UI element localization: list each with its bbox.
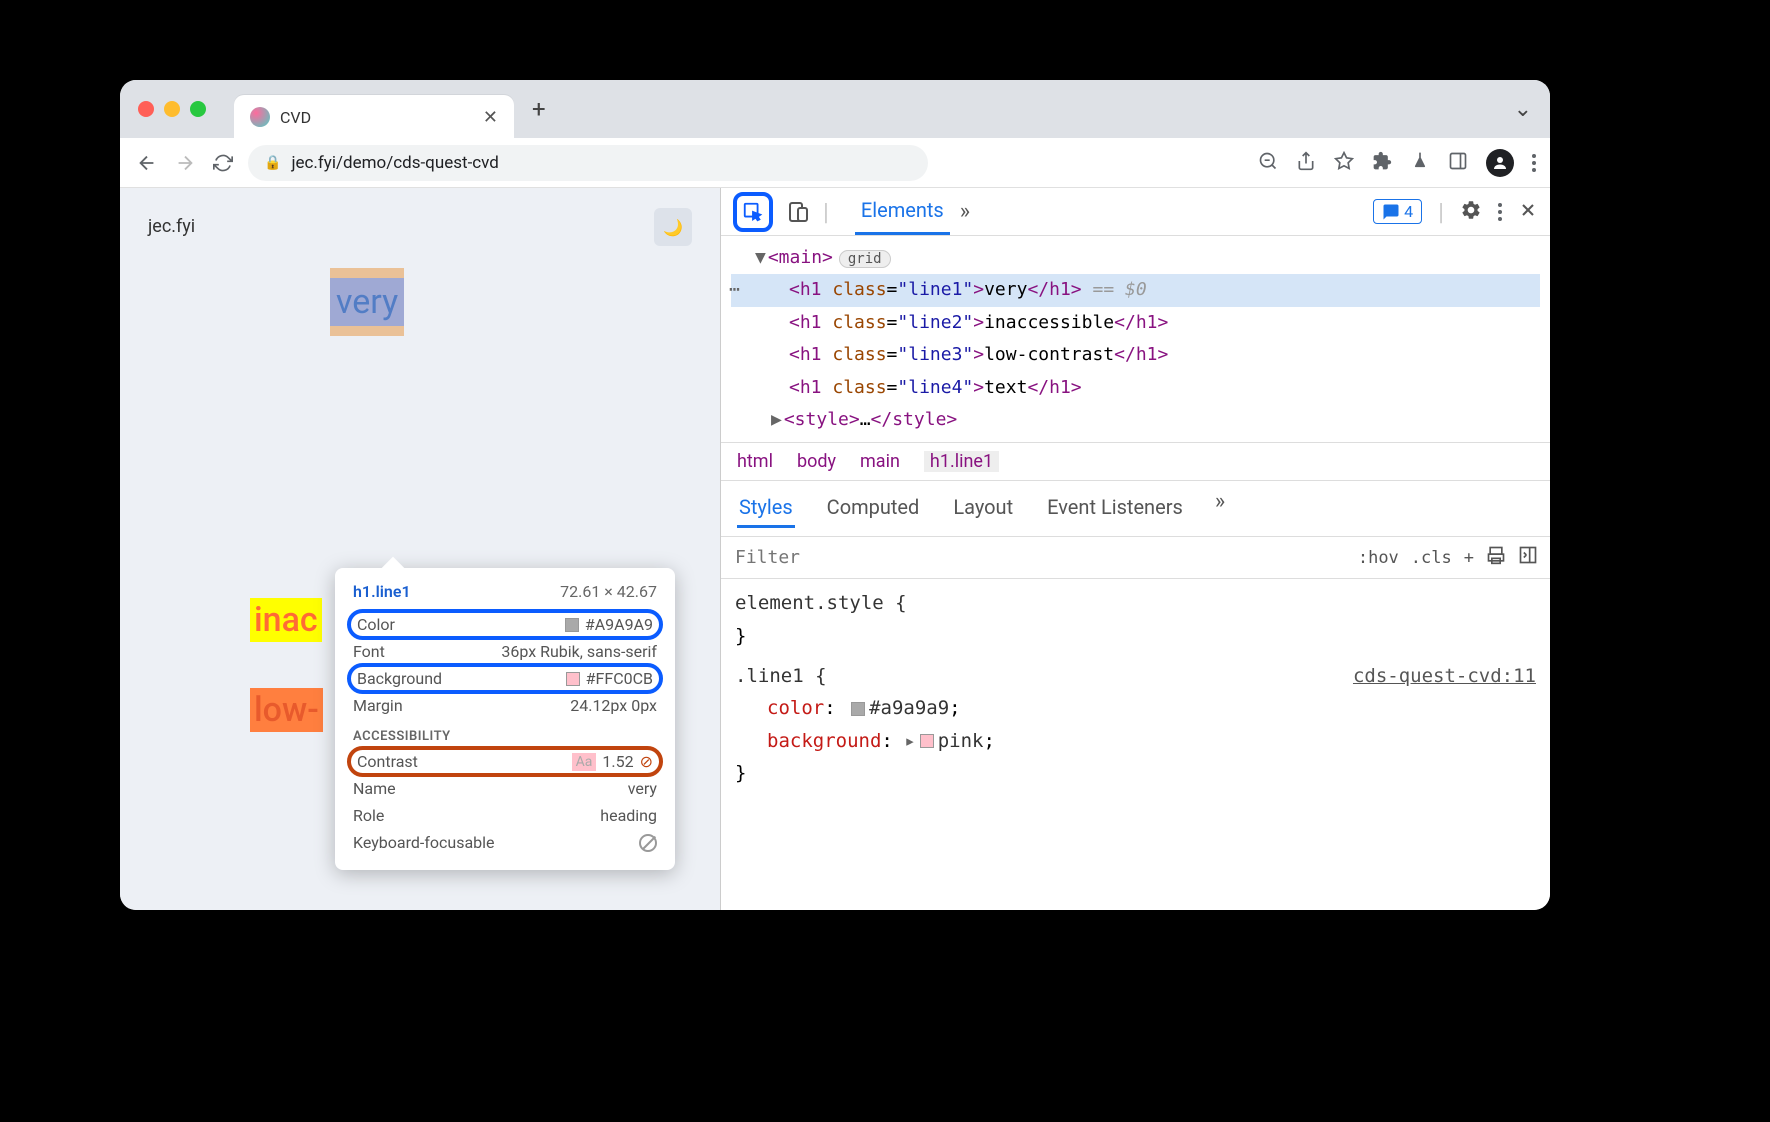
tab-elements[interactable]: Elements [855, 188, 950, 235]
cls-button[interactable]: .cls [1411, 548, 1452, 568]
more-styles-tabs[interactable]: » [1215, 489, 1225, 528]
dom-style[interactable]: ▶<style>…</style> [731, 404, 1540, 436]
browser-tab[interactable]: CVD ✕ [234, 95, 514, 139]
settings-button[interactable] [1460, 199, 1482, 225]
css-rules[interactable]: element.style { } .line1 {cds-quest-cvd:… [721, 579, 1550, 797]
filter-bar: :hov .cls + [721, 537, 1550, 579]
browser-menu-button[interactable] [1532, 154, 1536, 172]
dom-main[interactable]: ▼<main>grid [731, 242, 1540, 274]
tab-title: CVD [280, 108, 473, 127]
lock-icon: 🔒 [264, 155, 281, 171]
color-swatch-icon [565, 618, 579, 632]
titlebar: CVD ✕ + ⌄ [120, 80, 1550, 138]
address-bar[interactable]: 🔒 jec.fyi/demo/cds-quest-cvd [248, 145, 928, 181]
dom-h1-line4[interactable]: <h1 class="line4">text</h1> [731, 372, 1540, 404]
new-tab-button[interactable]: + [532, 95, 546, 123]
bookmark-icon[interactable] [1334, 151, 1354, 175]
tooltip-kbd-row: Keyboard-focusable [353, 829, 657, 856]
element-tooltip: h1.line1 72.61 × 42.67 Color #A9A9A9 Fon… [335, 568, 675, 870]
labs-icon[interactable] [1410, 151, 1430, 175]
dark-mode-toggle[interactable]: 🌙 [654, 208, 692, 246]
browser-toolbar: 🔒 jec.fyi/demo/cds-quest-cvd [120, 138, 1550, 188]
tab-computed[interactable]: Computed [825, 489, 922, 528]
site-name: jec.fyi [148, 216, 195, 237]
devtools-menu-button[interactable] [1498, 203, 1502, 221]
styles-tabs: Styles Computed Layout Event Listeners » [721, 481, 1550, 537]
dom-h1-line1[interactable]: <h1 class="line1">very</h1> == $0 [731, 274, 1540, 306]
back-button[interactable] [134, 150, 160, 176]
close-tab-button[interactable]: ✕ [483, 107, 498, 128]
demo-line3: low- [250, 688, 323, 732]
css-prop-background[interactable]: background: ▸pink; [735, 725, 1536, 757]
breadcrumb: html body main h1.line1 [721, 442, 1550, 481]
dom-tree[interactable]: ▼<main>grid <h1 class="line1">very</h1> … [721, 236, 1550, 442]
window-controls [138, 101, 206, 117]
devtools-close-button[interactable] [1518, 200, 1538, 224]
share-icon[interactable] [1296, 151, 1316, 175]
chat-icon [1382, 203, 1400, 221]
inspect-button[interactable] [733, 192, 773, 232]
tab-styles[interactable]: Styles [737, 489, 795, 528]
tab-layout[interactable]: Layout [951, 489, 1015, 528]
zoom-icon[interactable] [1258, 151, 1278, 175]
color-swatch-icon[interactable] [851, 702, 865, 716]
panel-icon[interactable] [1448, 151, 1468, 175]
warning-icon: ⊘ [640, 752, 653, 771]
demo-line1-highlight: very [330, 268, 404, 336]
hov-button[interactable]: :hov [1358, 548, 1399, 568]
crumb-body[interactable]: body [797, 451, 836, 472]
no-icon [639, 834, 657, 852]
tooltip-a11y-header: ACCESSIBILITY [353, 729, 657, 744]
url-text: jec.fyi/demo/cds-quest-cvd [291, 153, 498, 173]
new-rule-button[interactable]: + [1464, 548, 1474, 568]
more-tabs-button[interactable]: » [960, 199, 970, 224]
tooltip-role-row: Role heading [353, 802, 657, 829]
css-prop-color[interactable]: color: #a9a9a9; [735, 692, 1536, 724]
print-media-button[interactable] [1486, 545, 1506, 570]
dom-h1-line2[interactable]: <h1 class="line2">inaccessible</h1> [731, 307, 1540, 339]
source-link[interactable]: cds-quest-cvd:11 [1353, 660, 1536, 692]
tooltip-margin-row: Margin 24.12px 0px [353, 692, 657, 719]
close-window-button[interactable] [138, 101, 154, 117]
browser-window: CVD ✕ + ⌄ 🔒 jec.fyi/demo/cds-quest-cvd j… [120, 80, 1550, 910]
tooltip-contrast-row: Contrast Aa1.52⊘ [347, 746, 663, 777]
maximize-window-button[interactable] [190, 101, 206, 117]
extensions-icon[interactable] [1372, 151, 1392, 175]
device-toggle-button[interactable] [783, 197, 813, 227]
tab-event-listeners[interactable]: Event Listeners [1045, 489, 1185, 528]
panel-toggle-button[interactable] [1518, 545, 1538, 570]
reload-button[interactable] [210, 150, 236, 176]
bg-swatch-icon [566, 672, 580, 686]
devtools-header: | Elements » 4 | [721, 188, 1550, 236]
aa-badge-icon: Aa [572, 753, 597, 771]
tooltip-font-row: Font 36px Rubik, sans-serif [353, 638, 657, 665]
demo-line2: inac [250, 598, 322, 642]
crumb-html[interactable]: html [737, 451, 773, 472]
bg-swatch-icon[interactable] [920, 734, 934, 748]
tooltip-selector: h1.line1 [353, 582, 411, 601]
issues-button[interactable]: 4 [1373, 199, 1422, 224]
webpage-viewport: jec.fyi 🌙 very inac low- h1.line1 72.61 … [120, 188, 720, 910]
devtools-panel: | Elements » 4 | ▼<main>grid [720, 188, 1550, 910]
tooltip-name-row: Name very [353, 775, 657, 802]
tab-list-button[interactable]: ⌄ [1514, 97, 1532, 122]
favicon-icon [250, 107, 270, 127]
grid-badge[interactable]: grid [839, 250, 891, 268]
profile-avatar[interactable] [1486, 149, 1514, 177]
tooltip-color-row: Color #A9A9A9 [347, 609, 663, 640]
forward-button[interactable] [172, 150, 198, 176]
crumb-h1[interactable]: h1.line1 [924, 451, 999, 472]
crumb-main[interactable]: main [860, 451, 900, 472]
content-area: jec.fyi 🌙 very inac low- h1.line1 72.61 … [120, 188, 1550, 910]
tooltip-dimensions: 72.61 × 42.67 [560, 582, 657, 601]
dom-h1-line3[interactable]: <h1 class="line3">low-contrast</h1> [731, 339, 1540, 371]
filter-input[interactable] [721, 537, 1346, 578]
tooltip-bg-row: Background #FFC0CB [347, 663, 663, 694]
minimize-window-button[interactable] [164, 101, 180, 117]
demo-line1[interactable]: very [330, 278, 404, 326]
